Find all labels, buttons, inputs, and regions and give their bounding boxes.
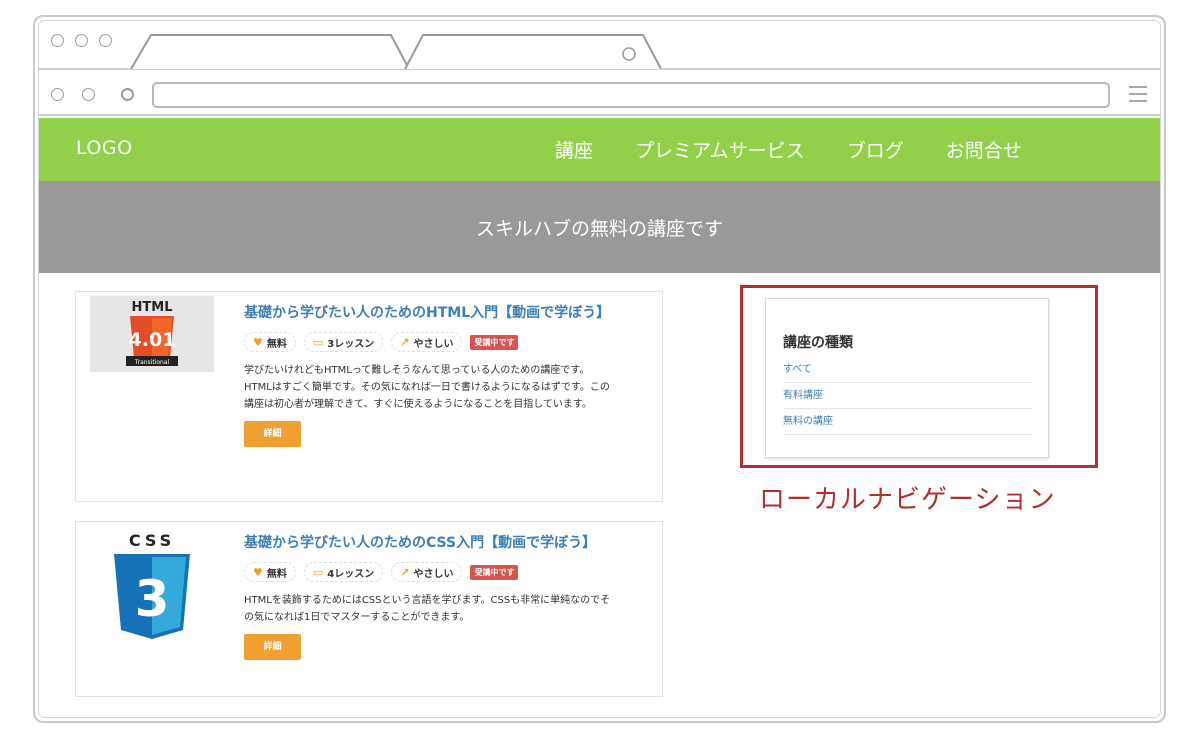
monitor-icon: ▭ [312,565,324,579]
nav-item-blog[interactable]: ブログ [847,136,904,163]
tab-close-icon [622,47,636,61]
local-nav-panel: 講座の種類 すべて 有料講座 無料の講座 [765,298,1049,458]
heart-icon: ♥ [253,565,263,579]
course-description: HTMLを装飾するためにはCSSという言語を学びます。CSSも非常に単純なのでそ… [244,595,611,623]
tab-bar [39,21,1160,70]
price-tag: ♥ 無料 [244,332,296,352]
annotation-label: ローカルナビゲーション [759,485,1056,515]
course-title[interactable]: 基礎から学びたい人のためのHTML入門【動画で学ぼう】 [244,304,616,322]
local-nav-item-paid[interactable]: 有料講座 [783,383,1033,409]
hero-banner: スキルハブの無料の講座です [39,181,1160,273]
detail-button[interactable]: 詳細 [244,634,301,660]
status-badge: 受講中です [470,334,519,350]
detail-button[interactable]: 詳細 [244,421,301,447]
price-tag: ♥ 無料 [244,562,296,582]
course-tags: ♥ 無料 ▭ 4レッスン ↗ やさしい 受講中です [244,562,616,582]
site-header: LOGO 講座 プレミアムサービス ブログ お問合せ [39,118,1160,181]
status-badge: 受講中です [470,564,519,580]
tab-1 [130,34,410,70]
global-nav: 講座 プレミアムサービス ブログ お問合せ [555,136,1064,163]
lessons-tag: ▭ 4レッスン [303,562,384,582]
local-nav-title: 講座の種類 [783,335,853,351]
monitor-icon: ▭ [312,335,324,349]
browser-viewport: LOGO 講座 プレミアムサービス ブログ お問合せ スキルハブの無料の講座です… [38,20,1161,718]
forward-button[interactable] [82,88,95,101]
back-button[interactable] [51,88,64,101]
site-logo[interactable]: LOGO [76,137,133,159]
nav-item-contact[interactable]: お問合せ [946,136,1022,163]
local-nav-item-all[interactable]: すべて [783,357,1033,383]
css-version-text: 3 [135,570,170,628]
address-bar [39,72,1160,116]
browser-window: LOGO 講座 プレミアムサービス ブログ お問合せ スキルハブの無料の講座です… [33,15,1166,723]
level-tag: ↗ やさしい [391,332,463,352]
menu-icon[interactable] [1129,86,1147,106]
course-card-html: HTML 4.01 Transitional 基礎から学びたい人のためのHTML… [75,291,663,502]
local-nav-list: すべて 有料講座 無料の講座 [783,357,1033,435]
tabs-outline [130,34,662,70]
course-card-css: CSS 3 基礎から学びたい人のためのCSS入門【動画で学ぼう】 ♥ 無料 ▭ 4レ… [75,521,663,697]
css-logo: CSS 3 [90,526,214,639]
chart-icon: ↗ [400,565,410,579]
course-title[interactable]: 基礎から学びたい人のためのCSS入門【動画で学ぼう】 [244,534,616,552]
css-logo-text: CSS [129,531,175,550]
course-tags: ♥ 無料 ▭ 3レッスン ↗ やさしい 受講中です [244,332,616,352]
url-input[interactable] [152,82,1110,108]
local-nav-item-free[interactable]: 無料の講座 [783,409,1033,435]
reload-button[interactable] [121,88,134,101]
nav-item-courses[interactable]: 講座 [555,136,593,163]
course-card-body: 基礎から学びたい人のためのHTML入門【動画で学ぼう】 ♥ 無料 ▭ 3レッスン ↗… [244,304,616,447]
html-version-text: 4.01 [129,329,176,351]
course-description: 学びたいけれどもHTMLって難しそうなんて思っている人のための講座です。HTML… [244,365,610,410]
hero-title: スキルハブの無料の講座です [475,217,723,240]
heart-icon: ♥ [253,335,263,349]
lessons-tag: ▭ 3レッスン [303,332,384,352]
course-card-body: 基礎から学びたい人のためのCSS入門【動画で学ぼう】 ♥ 無料 ▭ 4レッスン ↗ や… [244,534,616,660]
level-tag: ↗ やさしい [391,562,463,582]
html-sub-text: Transitional [134,359,170,366]
chart-icon: ↗ [400,335,410,349]
html-logo: HTML 4.01 Transitional [90,296,214,372]
nav-item-premium[interactable]: プレミアムサービス [635,136,805,163]
html-logo-text: HTML [132,300,173,315]
